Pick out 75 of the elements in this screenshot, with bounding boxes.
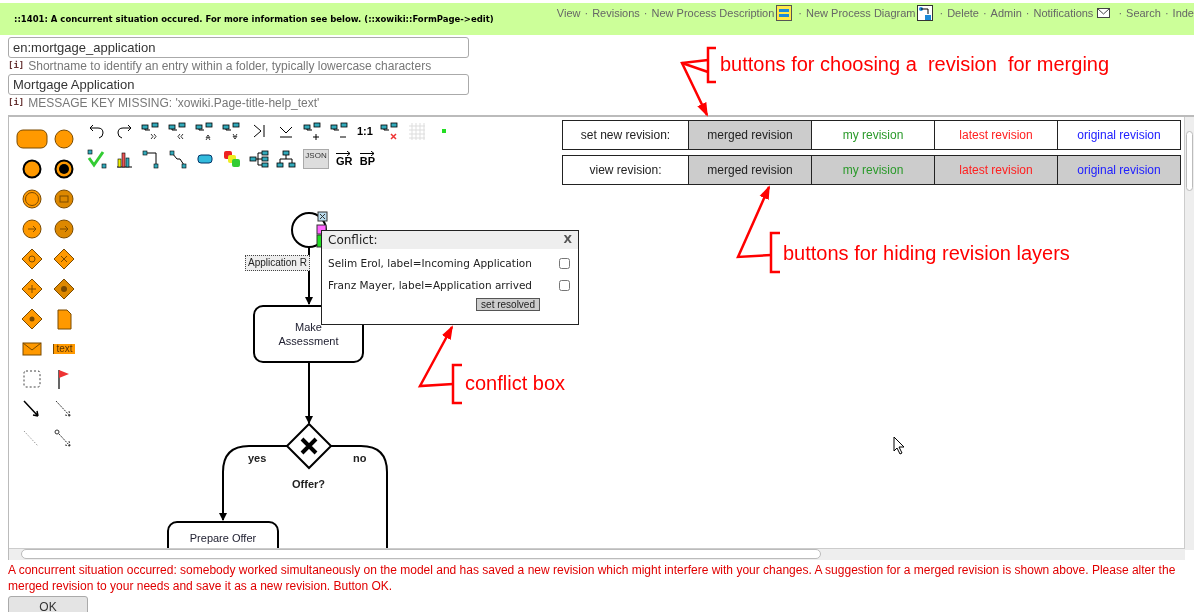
document-icon [776,5,793,21]
link-separator: · [643,5,648,21]
tree-layout-icon[interactable] [249,149,269,169]
start-event-label: Application R [245,255,310,271]
bp-button[interactable]: BP [359,151,376,167]
conflict-item: Franz Mayer, label=Application arrived [328,277,533,293]
info-icon: [i] [8,96,25,110]
diagram-icon [917,5,934,21]
revision-button[interactable]: merged revision [688,156,811,184]
link-separator: · [584,5,589,21]
nav-link[interactable]: New Process Description [651,4,775,22]
hierarchy-icon[interactable] [276,149,296,169]
link-separator: · [982,5,987,21]
mouse-cursor-icon [893,436,905,455]
colored-squares-icon[interactable] [222,149,242,169]
revision-button[interactable]: merged revision [688,121,811,149]
ok-button[interactable]: OK [8,596,88,612]
gateway-diamond[interactable] [285,422,333,470]
json-export-button[interactable]: JSON [303,149,329,169]
branch-label: yes [248,451,267,466]
text-field[interactable]: Mortgage Application [8,74,469,95]
link-separator: · [798,5,803,21]
conflict-item: Selim Erol, label=Incoming Application [328,256,532,271]
info-icon: [i] [8,59,25,73]
link-separator: · [1118,5,1123,21]
annotation-text: buttons for hiding revision layers [783,241,1070,265]
revision-button[interactable]: original revision [1057,156,1180,184]
tree-right-icon[interactable] [141,121,161,141]
set-resolved-button[interactable]: set resolved [476,297,540,311]
dialog-title: Conflict: [328,232,378,249]
nav-link[interactable]: Admin [990,4,1022,22]
check-icon[interactable] [87,149,107,169]
help-text: Shortname to identify an entry within a folder, typically lowercase characters [28,58,432,75]
tree-up-icon[interactable] [195,121,215,141]
nav-link[interactable]: Inde [1172,4,1194,22]
resolve-checkbox[interactable] [559,280,570,292]
node-handles-drawing[interactable] [316,211,328,248]
callout-arrow [680,46,716,117]
revision-row-label: view revision: [588,162,663,179]
gateway-label: Offer? [292,477,325,492]
link-separator: · [1025,5,1030,21]
nav-link[interactable]: Search [1126,4,1161,22]
add-node-icon[interactable] [303,121,323,141]
remove-node-icon[interactable] [330,121,350,141]
arrow-icon [359,151,376,156]
close-button[interactable]: X [563,231,572,249]
text-field[interactable]: en:mortgage_application [8,37,469,58]
nav-link[interactable]: Delete [947,4,979,22]
connector-icon[interactable] [141,149,161,169]
error-message: ::1401: A concurrent situation occured. For more information see below. (::xowiki::FormPage->edit) [14,12,494,26]
bar-chart-icon[interactable] [114,149,134,169]
mail-icon [1097,8,1111,18]
resolve-checkbox[interactable] [559,258,570,270]
nav-link[interactable]: Notifications [1033,4,1094,22]
annotation-text: buttons for choosing a revision for merging [720,52,1110,76]
link-separator: · [939,5,944,21]
revision-row-label: set new revision: [579,127,672,144]
gr-button[interactable]: GR [336,151,353,167]
nav-link[interactable]: Revisions [592,4,640,22]
nav-link[interactable]: View [556,4,581,22]
help-text: MESSAGE KEY MISSING: 'xowiki.Page-title-help_text' [28,95,320,112]
horizontal-scrollbar[interactable] [9,548,1185,560]
tree-down-icon[interactable] [222,121,242,141]
link-separator: · [1164,5,1169,21]
vertical-scrollbar[interactable] [1184,117,1194,550]
annotation-text: conflict box [465,371,566,395]
error-text: A concurrent situation occurred: somebody worked simultaneously on the model and has saved a new revision which might interfere with your changes. A suggestion for a merged revision is shown above. Please alter the merged revision to your needs and save it as a new revision. Button OK. [8,562,1177,594]
flow-arrow [305,362,313,424]
arrow-icon [336,151,353,156]
zoom-reset-button[interactable]: 1:1 [357,125,373,137]
tree-left-icon[interactable] [168,121,188,141]
delete-node-icon[interactable] [379,121,400,141]
nav-link[interactable]: New Process Diagram [806,4,916,22]
zigzag-connector-icon[interactable] [168,149,188,169]
branch-label: no [353,451,367,466]
